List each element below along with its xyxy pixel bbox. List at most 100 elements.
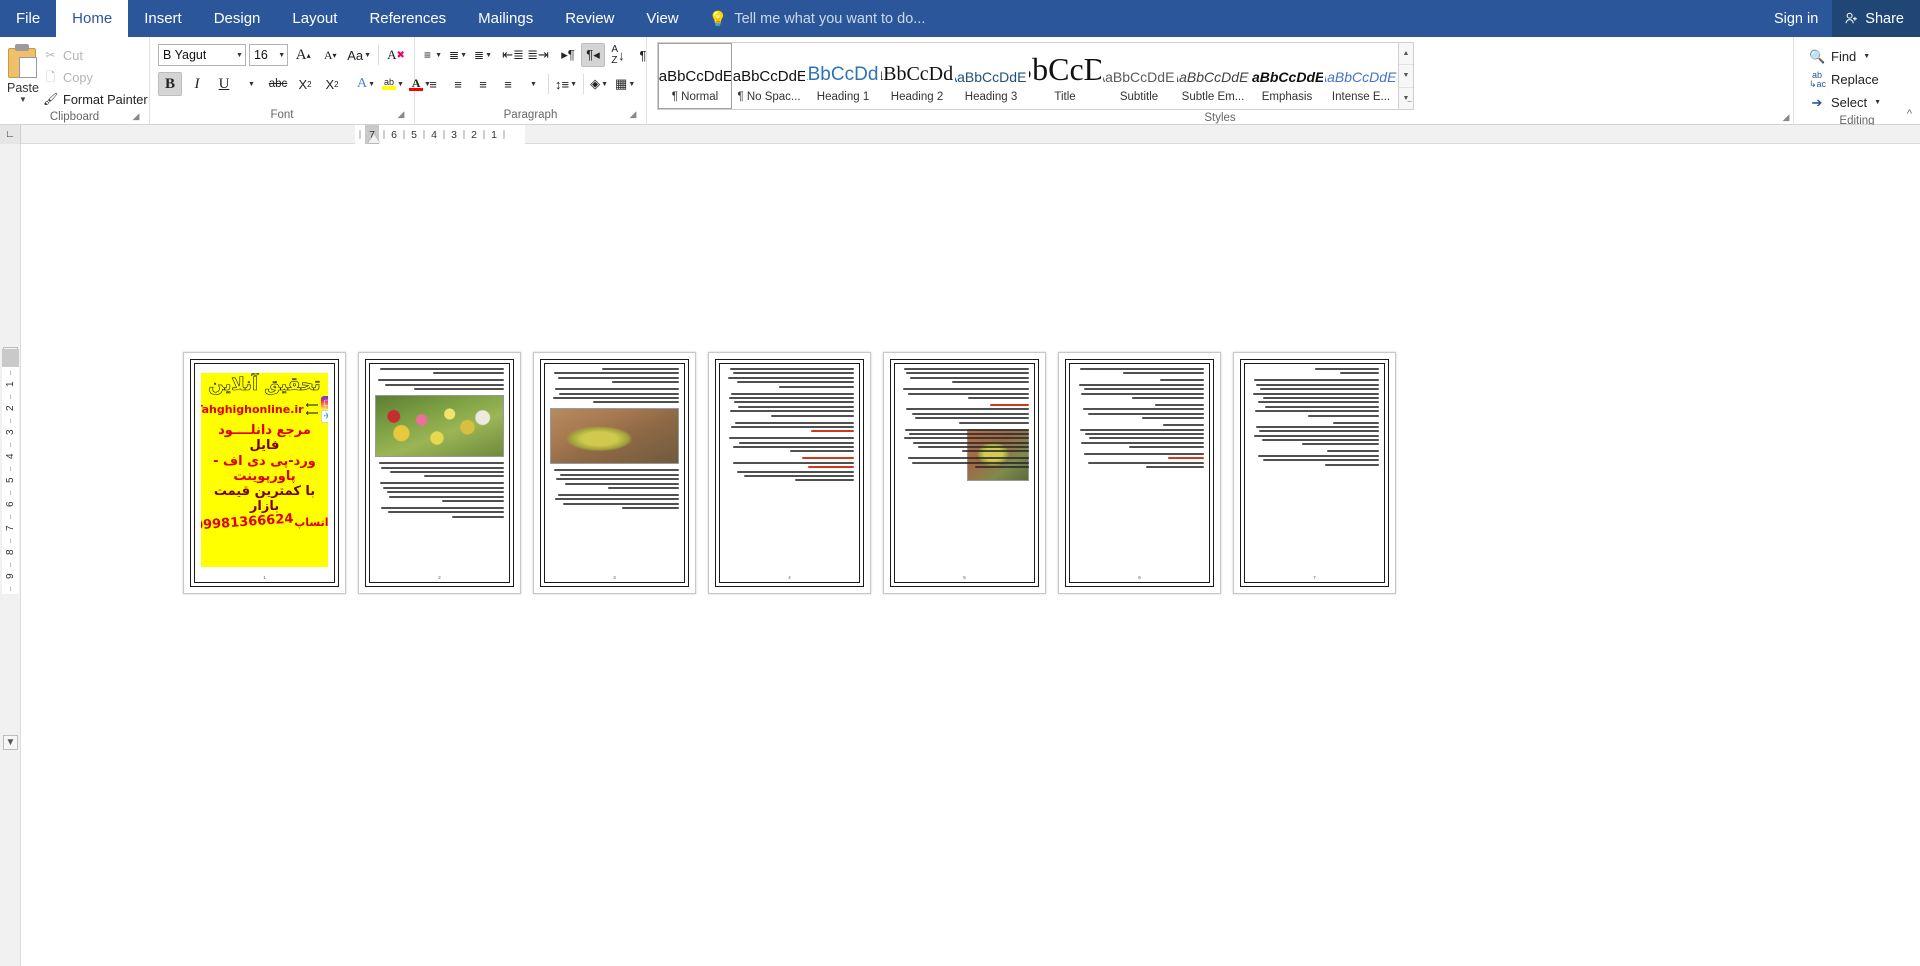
page-number: 6 (1138, 575, 1141, 580)
page-body: 5 (894, 363, 1035, 583)
chevron-down-icon[interactable]: ▼ (1399, 65, 1413, 88)
share-button[interactable]: Share (1832, 0, 1920, 37)
font-group-text: Font (270, 109, 294, 121)
style-emphasis[interactable]: AaBbCcDdEe Emphasis (1250, 43, 1324, 109)
horizontal-ruler-track[interactable]: ∣ 7 ∣ 6 ∣ 5 ∣ 4 ∣ 3 ∣ 2 ∣ 1 ∣ (355, 125, 525, 144)
tab-stop-selector[interactable]: ∟ (0, 124, 21, 144)
subscript-button[interactable]: X2 (293, 72, 317, 96)
tab-insert[interactable]: Insert (128, 0, 198, 37)
style-heading-3[interactable]: AaBbCcDdEe Heading 3 (954, 43, 1028, 109)
more-styles-icon[interactable]: ▼̲ (1399, 88, 1413, 109)
borders-button[interactable]: ▦ ▼ (612, 72, 638, 96)
align-right-button[interactable]: ≡ (471, 72, 495, 96)
vertical-ruler-track[interactable]: – 1 – 2 – 3 – 4 – 5 – 6 – 7 – 8 – 9 – (2, 349, 19, 594)
align-left-button[interactable]: ≡ (421, 72, 445, 96)
document-page-5[interactable]: 5 (883, 352, 1046, 594)
horizontal-ruler[interactable]: ∟ ∣ 7 ∣ 6 ∣ 5 ∣ 4 ∣ 3 ∣ 2 ∣ 1 ∣ (0, 124, 1920, 144)
style-intense-emphasis[interactable]: AaBbCcDdEe Intense E... (1324, 43, 1398, 109)
strikethrough-button[interactable]: abc (266, 72, 290, 96)
document-page-1[interactable]: تحقیق آنلاین Tahghighonline.ir ⟵⟵ ▢ ✈ مر… (183, 352, 346, 594)
document-page-7[interactable]: 7 (1233, 352, 1396, 594)
document-page-3[interactable]: 3 (533, 352, 696, 594)
tab-home[interactable]: Home (56, 0, 129, 37)
chevron-down-icon[interactable]: ▼ (19, 96, 27, 104)
document-canvas[interactable]: تحقیق آنلاین Tahghighonline.ir ⟵⟵ ▢ ✈ مر… (21, 144, 1920, 966)
shading-button[interactable]: ◈ ▼ (587, 72, 611, 96)
style-subtle-emphasis[interactable]: AaBbCcDdEe Subtle Em... (1176, 43, 1250, 109)
cut-button[interactable]: ✂ Cut (40, 46, 151, 65)
font-name-combo[interactable]: B Yagut ▼ (158, 44, 246, 66)
find-button[interactable]: 🔍 Find ▼ (1806, 46, 1884, 67)
style-heading-1[interactable]: AaBbCcDdEe Heading 1 (806, 43, 880, 109)
copy-button[interactable]: 🗋 Copy (40, 68, 151, 87)
sort-button[interactable]: A Z ↓ (606, 43, 630, 67)
style-normal[interactable]: AaBbCcDdEe ¶ Normal (658, 43, 732, 109)
align-center-button[interactable]: ≡ (446, 72, 470, 96)
styles-gallery-scrollbar[interactable]: ▲ ▼ ▼̲ (1399, 42, 1414, 110)
tab-design[interactable]: Design (198, 0, 277, 37)
tab-file[interactable]: File (0, 0, 56, 37)
first-line-indent-marker[interactable] (368, 134, 380, 143)
vertical-ruler-scroll-down[interactable]: ▼ (3, 735, 18, 750)
rtl-text-direction-button[interactable]: ¶◂ (581, 43, 605, 67)
bold-button[interactable]: B (158, 72, 182, 96)
chevron-down-icon[interactable]: ▼ (1863, 53, 1870, 60)
scissors-icon: ✂ (45, 48, 56, 62)
chevron-down-icon[interactable]: ▼ (1874, 99, 1881, 106)
paragraph (1075, 368, 1204, 375)
page-body: 4 (719, 363, 860, 583)
collapse-ribbon-button[interactable]: ^ (1907, 108, 1912, 120)
font-size-combo[interactable]: 16 ▼ (248, 44, 289, 66)
multilevel-list-button[interactable]: ≣ ▼ (471, 43, 495, 67)
grow-font-button[interactable]: A ▴ (291, 43, 315, 67)
page-body: 2 (369, 363, 510, 583)
format-painter-button[interactable]: 🖌 Format Painter (40, 90, 151, 109)
text-effects-button[interactable]: A ▼ (354, 72, 378, 96)
style-title[interactable]: AaBbCcDdEe Title (1028, 43, 1102, 109)
text-highlight-color-button[interactable]: ab ▼ (381, 72, 405, 96)
tab-view[interactable]: View (630, 0, 694, 37)
chevron-up-icon[interactable]: ▲ (1399, 43, 1413, 66)
cover-phone-number: 09981366624 (201, 511, 294, 534)
cover-whatsapp-label: واتساپ (294, 516, 328, 530)
italic-button[interactable]: I (185, 72, 209, 96)
underline-dropdown[interactable]: ▼ (239, 72, 263, 96)
select-button[interactable]: ➔ Select ▼ (1806, 92, 1884, 113)
style-subtitle[interactable]: AaBbCcDdEe Subtitle (1102, 43, 1176, 109)
styles-dialog-launcher-icon[interactable]: ◢ (1781, 112, 1791, 122)
document-page-2[interactable]: 2 (358, 352, 521, 594)
paragraph-dialog-launcher-icon[interactable]: ◢ (628, 109, 638, 119)
clear-formatting-button[interactable]: A ✖ (384, 43, 408, 67)
numbering-button[interactable]: ≣ ▼ (446, 43, 470, 67)
style-no-spacing[interactable]: AaBbCcDdEe ¶ No Spac... (732, 43, 806, 109)
paragraph (725, 368, 854, 388)
superscript-button[interactable]: X2 (320, 72, 344, 96)
paragraph (375, 379, 504, 391)
increase-indent-button[interactable]: ≣⇥ (526, 43, 550, 67)
decrease-indent-button[interactable]: ⇤≣ (501, 43, 525, 67)
shrink-font-button[interactable]: A ▾ (318, 43, 342, 67)
line-spacing-button[interactable]: ↕≡ ▼ (552, 72, 580, 96)
justify-dropdown[interactable]: ▼ (521, 72, 545, 96)
tab-review[interactable]: Review (549, 0, 630, 37)
vertical-ruler[interactable]: ▲ – 1 – 2 – 3 – 4 – 5 – 6 – 7 – 8 – 9 – … (0, 144, 21, 966)
tell-me-box[interactable]: 💡 Tell me what you want to do... (709, 0, 926, 37)
change-case-button[interactable]: Aa ▼ (345, 43, 373, 67)
tab-mailings[interactable]: Mailings (462, 0, 549, 37)
paste-button[interactable]: Paste ▼ (6, 42, 40, 109)
bullets-button[interactable]: ≡ ▼ (421, 43, 445, 67)
document-page-6[interactable]: 6 (1058, 352, 1221, 594)
font-dialog-launcher-icon[interactable]: ◢ (396, 109, 406, 119)
clipboard-dialog-launcher-icon[interactable]: ◢ (131, 111, 141, 121)
replace-button[interactable]: ab ↳ac Replace (1806, 69, 1884, 90)
justify-button[interactable]: ≡ (496, 72, 520, 96)
tab-layout[interactable]: Layout (276, 0, 353, 37)
tab-references[interactable]: References (353, 0, 462, 37)
sign-in-button[interactable]: Sign in (1760, 0, 1832, 37)
underline-button[interactable]: U (212, 72, 236, 96)
style-preview: AaBbCcDdEe (1251, 68, 1323, 84)
ltr-text-direction-button[interactable]: ▸¶ (556, 43, 580, 67)
ruler-tick: ∣ (401, 129, 407, 139)
style-heading-2[interactable]: AaBbCcDdEe Heading 2 (880, 43, 954, 109)
document-page-4[interactable]: 4 (708, 352, 871, 594)
